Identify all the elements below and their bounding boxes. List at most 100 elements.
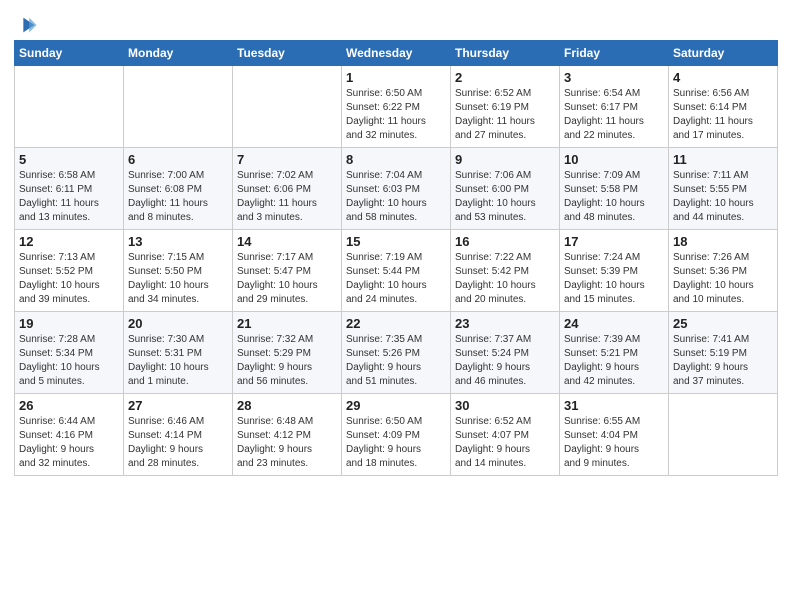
day-number: 10 [564,152,664,167]
day-info: Sunrise: 6:50 AM Sunset: 4:09 PM Dayligh… [346,415,446,471]
calendar-cell: 3Sunrise: 6:54 AM Sunset: 6:17 PM Daylig… [560,66,669,148]
header-row [14,10,778,36]
day-number: 6 [128,152,228,167]
calendar-cell: 15 Sunrise: 7:19 AM Sunset: 5:44 PM Dayli… [342,230,451,312]
calendar-week-2: 5 Sunrise: 6:58 AM Sunset: 6:11 PM Daylig… [15,148,778,230]
calendar-cell: 2 Sunrise: 6:52 AM Sunset: 6:19 PM Daylig… [451,66,560,148]
day-number: 30 [455,398,555,413]
calendar-cell: 4 Sunrise: 6:56 AM Sunset: 6:14 PM Daylig… [669,66,778,148]
day-info: Sunrise: 6:50 AM Sunset: 6:22 PM Dayligh… [346,87,446,143]
calendar-cell: 8 Sunrise: 7:04 AM Sunset: 6:03 PM Daylig… [342,148,451,230]
calendar-cell: 12Sunrise: 7:13 AM Sunset: 5:52 PM Dayli… [15,230,124,312]
calendar-cell: 9Sunrise: 7:06 AM Sunset: 6:00 PM Daylig… [451,148,560,230]
day-number: 17 [564,234,664,249]
day-number: 16 [455,234,555,249]
calendar-week-5: 26Sunrise: 6:44 AM Sunset: 4:16 PM Dayli… [15,394,778,476]
day-info: Sunrise: 6:56 AM Sunset: 6:14 PM Dayligh… [673,87,773,143]
calendar-week-3: 12Sunrise: 7:13 AM Sunset: 5:52 PM Dayli… [15,230,778,312]
day-number: 8 [346,152,446,167]
calendar-week-4: 19Sunrise: 7:28 AM Sunset: 5:34 PM Dayli… [15,312,778,394]
day-info: Sunrise: 7:13 AM Sunset: 5:52 PM Dayligh… [19,251,119,307]
day-info: Sunrise: 6:52 AM Sunset: 4:07 PM Dayligh… [455,415,555,471]
day-info: Sunrise: 7:41 AM Sunset: 5:19 PM Dayligh… [673,333,773,389]
day-number: 23 [455,316,555,331]
weekday-header-monday: Monday [124,41,233,66]
calendar-cell: 18 Sunrise: 7:26 AM Sunset: 5:36 PM Dayli… [669,230,778,312]
day-info: Sunrise: 7:09 AM Sunset: 5:58 PM Dayligh… [564,169,664,225]
day-number: 29 [346,398,446,413]
calendar-cell: 20 Sunrise: 7:30 AM Sunset: 5:31 PM Dayli… [124,312,233,394]
day-info: Sunrise: 7:17 AM Sunset: 5:47 PM Dayligh… [237,251,337,307]
calendar-cell: 13 Sunrise: 7:15 AM Sunset: 5:50 PM Dayli… [124,230,233,312]
calendar-cell: 17 Sunrise: 7:24 AM Sunset: 5:39 PM Dayli… [560,230,669,312]
day-info: Sunrise: 6:58 AM Sunset: 6:11 PM Dayligh… [19,169,119,225]
day-number: 28 [237,398,337,413]
calendar-cell: 16 Sunrise: 7:22 AM Sunset: 5:42 PM Dayli… [451,230,560,312]
calendar-cell: 30 Sunrise: 6:52 AM Sunset: 4:07 PM Dayli… [451,394,560,476]
day-number: 21 [237,316,337,331]
day-number: 14 [237,234,337,249]
day-number: 9 [455,152,555,167]
day-info: Sunrise: 7:15 AM Sunset: 5:50 PM Dayligh… [128,251,228,307]
day-number: 5 [19,152,119,167]
day-info: Sunrise: 6:55 AM Sunset: 4:04 PM Dayligh… [564,415,664,471]
day-number: 2 [455,70,555,85]
calendar-cell: 22 Sunrise: 7:35 AM Sunset: 5:26 PM Dayli… [342,312,451,394]
calendar-cell: 14 Sunrise: 7:17 AM Sunset: 5:47 PM Dayli… [233,230,342,312]
calendar-cell: 7Sunrise: 7:02 AM Sunset: 6:06 PM Daylig… [233,148,342,230]
calendar-cell: 1 Sunrise: 6:50 AM Sunset: 6:22 PM Daylig… [342,66,451,148]
day-number: 4 [673,70,773,85]
day-number: 24 [564,316,664,331]
weekday-header-saturday: Saturday [669,41,778,66]
calendar-cell: 28 Sunrise: 6:48 AM Sunset: 4:12 PM Dayli… [233,394,342,476]
day-info: Sunrise: 7:26 AM Sunset: 5:36 PM Dayligh… [673,251,773,307]
weekday-header-thursday: Thursday [451,41,560,66]
day-number: 1 [346,70,446,85]
calendar-cell: 5 Sunrise: 6:58 AM Sunset: 6:11 PM Daylig… [15,148,124,230]
day-number: 18 [673,234,773,249]
day-info: Sunrise: 7:30 AM Sunset: 5:31 PM Dayligh… [128,333,228,389]
logo [14,14,38,36]
calendar-cell: 10 Sunrise: 7:09 AM Sunset: 5:58 PM Dayli… [560,148,669,230]
day-info: Sunrise: 6:48 AM Sunset: 4:12 PM Dayligh… [237,415,337,471]
day-info: Sunrise: 7:04 AM Sunset: 6:03 PM Dayligh… [346,169,446,225]
weekday-header-tuesday: Tuesday [233,41,342,66]
weekday-header-sunday: Sunday [15,41,124,66]
calendar-cell: 11 Sunrise: 7:11 AM Sunset: 5:55 PM Dayli… [669,148,778,230]
day-number: 20 [128,316,228,331]
calendar-cell: 6Sunrise: 7:00 AM Sunset: 6:08 PM Daylig… [124,148,233,230]
day-number: 15 [346,234,446,249]
day-info: Sunrise: 7:28 AM Sunset: 5:34 PM Dayligh… [19,333,119,389]
calendar-cell [233,66,342,148]
page-container: SundayMondayTuesdayWednesdayThursdayFrid… [0,0,792,486]
day-info: Sunrise: 7:39 AM Sunset: 5:21 PM Dayligh… [564,333,664,389]
day-info: Sunrise: 7:32 AM Sunset: 5:29 PM Dayligh… [237,333,337,389]
day-number: 13 [128,234,228,249]
day-info: Sunrise: 7:19 AM Sunset: 5:44 PM Dayligh… [346,251,446,307]
calendar-week-1: 1 Sunrise: 6:50 AM Sunset: 6:22 PM Daylig… [15,66,778,148]
weekday-header-friday: Friday [560,41,669,66]
day-info: Sunrise: 7:02 AM Sunset: 6:06 PM Dayligh… [237,169,337,225]
day-info: Sunrise: 6:54 AM Sunset: 6:17 PM Dayligh… [564,87,664,143]
day-number: 22 [346,316,446,331]
calendar-cell [15,66,124,148]
calendar-cell: 24 Sunrise: 7:39 AM Sunset: 5:21 PM Dayli… [560,312,669,394]
weekday-header-wednesday: Wednesday [342,41,451,66]
calendar-body: 1 Sunrise: 6:50 AM Sunset: 6:22 PM Daylig… [15,66,778,476]
day-info: Sunrise: 6:52 AM Sunset: 6:19 PM Dayligh… [455,87,555,143]
calendar-header: SundayMondayTuesdayWednesdayThursdayFrid… [15,41,778,66]
calendar-cell: 21 Sunrise: 7:32 AM Sunset: 5:29 PM Dayli… [233,312,342,394]
calendar-cell: 19Sunrise: 7:28 AM Sunset: 5:34 PM Dayli… [15,312,124,394]
weekday-header-row: SundayMondayTuesdayWednesdayThursdayFrid… [15,41,778,66]
day-info: Sunrise: 7:24 AM Sunset: 5:39 PM Dayligh… [564,251,664,307]
day-info: Sunrise: 6:46 AM Sunset: 4:14 PM Dayligh… [128,415,228,471]
day-number: 31 [564,398,664,413]
day-info: Sunrise: 7:11 AM Sunset: 5:55 PM Dayligh… [673,169,773,225]
day-number: 25 [673,316,773,331]
day-info: Sunrise: 7:35 AM Sunset: 5:26 PM Dayligh… [346,333,446,389]
day-info: Sunrise: 7:22 AM Sunset: 5:42 PM Dayligh… [455,251,555,307]
day-info: Sunrise: 7:37 AM Sunset: 5:24 PM Dayligh… [455,333,555,389]
calendar-cell [669,394,778,476]
day-number: 11 [673,152,773,167]
calendar-cell: 29 Sunrise: 6:50 AM Sunset: 4:09 PM Dayli… [342,394,451,476]
